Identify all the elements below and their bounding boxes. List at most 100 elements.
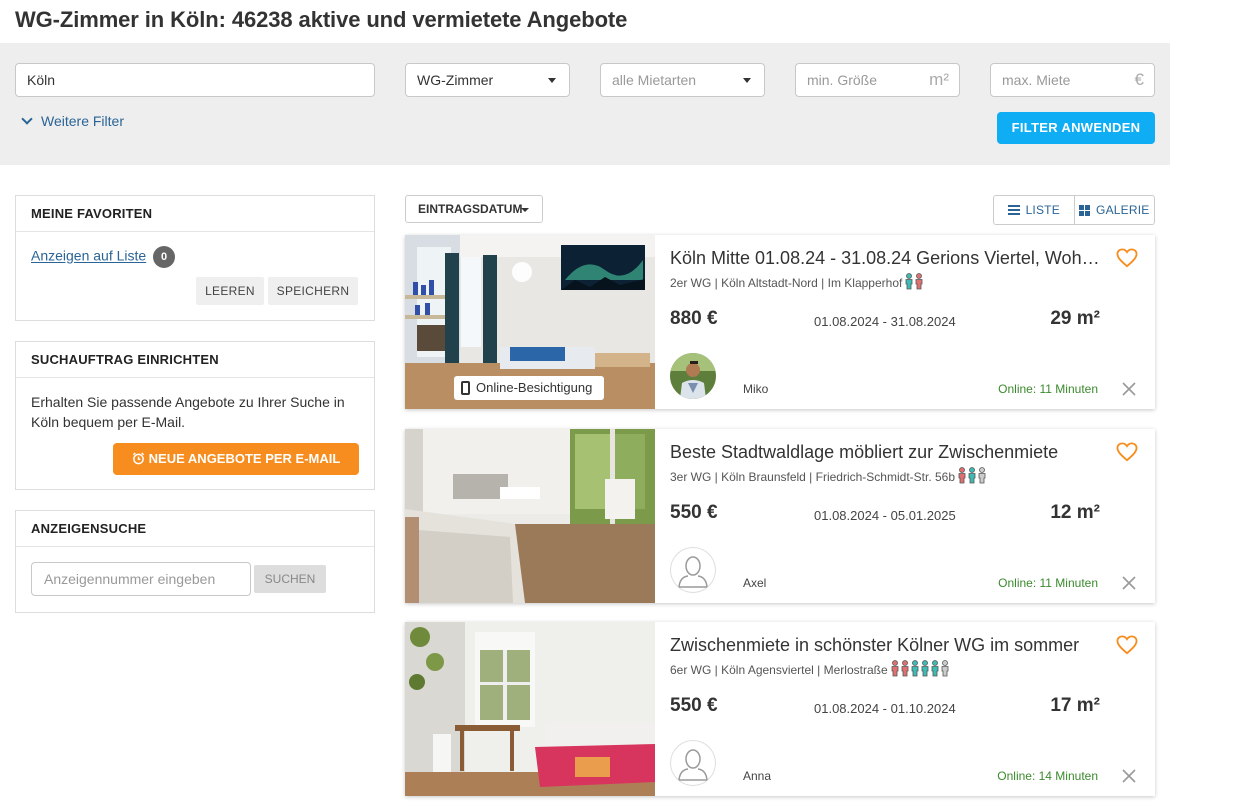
listing-card[interactable]: Online-Besichtigung Köln Mitte 01.08.24 … [405,235,1155,409]
rent-type-select-value: alle Mietarten [612,72,697,88]
favorites-panel: MEINE FAVORITEN Anzeigen auf Liste 0 LEE… [15,195,375,321]
user-name[interactable]: Miko [743,382,768,396]
favorites-count-badge: 0 [153,246,176,268]
listing-subtitle: 3er WG | Köln Braunsfeld | Friedrich-Sch… [670,467,987,487]
listing-subtitle: 6er WG | Köln Agensviertel | Merlostraße [670,660,950,680]
listing-photo[interactable]: Online-Besichtigung [405,235,655,409]
online-status: Online: 14 Minuten [997,769,1098,783]
caret-down-icon [743,78,751,83]
more-filters-label: Weitere Filter [41,113,124,129]
email-alert-button[interactable]: NEUE ANGEBOTE PER E-MAIL [113,443,359,475]
ad-number-input[interactable]: Anzeigennummer eingeben [31,562,251,596]
view-toggle: LISTE GALERIE [993,195,1155,225]
listing-card[interactable]: Zwischenmiete in schönster Kölner WG im … [405,622,1155,796]
city-input[interactable]: Köln [15,63,375,97]
person-icon [911,660,919,677]
search-order-panel: SUCHAUFTRAG EINRICHTEN Erhalten Sie pass… [15,341,375,490]
filter-bar: Köln WG-Zimmer alle Mietarten min. Größe… [0,43,1170,165]
listing-subtitle: 2er WG | Köln Altstadt-Nord | Im Klapper… [670,273,924,293]
email-alert-label: NEUE ANGEBOTE PER E-MAIL [148,451,341,466]
page: WG-Zimmer in Köln: 46238 aktive und verm… [0,0,1250,812]
sort-dropdown[interactable]: EINTRAGSDATUM [405,195,543,223]
listing-price: 550 € [670,695,718,716]
euro-unit: € [1134,70,1144,89]
occupant-icons [957,467,987,487]
alarm-clock-icon [132,452,144,465]
favorite-heart-icon[interactable] [1116,635,1138,655]
person-icon [968,467,976,484]
category-select[interactable]: WG-Zimmer [405,63,570,97]
listing-size: 29 m² [1050,308,1100,329]
user-avatar-placeholder [670,740,716,786]
favorites-body: Anzeigen auf Liste 0 [16,232,374,282]
listing-photo[interactable] [405,622,655,796]
rent-type-select[interactable]: alle Mietarten [600,63,765,97]
occupant-icons [890,660,950,680]
user-name[interactable]: Axel [743,576,766,590]
min-size-placeholder: min. Größe [807,72,878,88]
listing-card[interactable]: Beste Stadtwaldlage möbliert zur Zwische… [405,429,1155,603]
favorite-heart-icon[interactable] [1116,248,1138,268]
user-avatar [670,353,716,399]
listing-dates: 01.08.2024 - 01.10.2024 [814,701,956,716]
caret-down-icon [548,78,556,83]
person-icon [891,660,899,677]
person-icon [978,467,986,484]
sort-label: EINTRAGSDATUM [418,202,523,216]
occupant-icons [904,273,924,293]
apply-filter-button[interactable]: FILTER ANWENDEN [997,112,1155,144]
list-icon [1007,205,1020,215]
view-list-label: LISTE [1025,203,1060,217]
person-icon [921,660,929,677]
listing-title[interactable]: Zwischenmiete in schönster Kölner WG im … [670,635,1105,656]
clear-favorites-button[interactable]: LEEREN [196,277,264,305]
user-avatar-placeholder [670,547,716,593]
online-viewing-label: Online-Besichtigung [476,380,593,395]
category-select-value: WG-Zimmer [417,72,494,88]
caret-down-icon [521,208,529,212]
max-rent-placeholder: max. Miete [1002,72,1071,88]
phone-icon [461,381,470,395]
listing-price: 880 € [670,308,718,329]
view-list-button[interactable]: LISTE [994,196,1074,224]
person-icon [958,467,966,484]
ad-search-button[interactable]: SUCHEN [254,565,326,593]
save-favorites-button[interactable]: SPEICHERN [268,277,358,305]
page-title: WG-Zimmer in Köln: 46238 aktive und verm… [15,7,628,32]
listing-size: 17 m² [1050,695,1100,716]
close-icon[interactable] [1121,575,1137,591]
listing-title[interactable]: Beste Stadtwaldlage möbliert zur Zwische… [670,442,1105,463]
more-filters-toggle[interactable]: Weitere Filter [21,113,124,129]
favorites-list-link[interactable]: Anzeigen auf Liste [31,248,146,264]
listing-price: 550 € [670,502,718,523]
grid-icon [1079,204,1091,216]
listing-size: 12 m² [1050,502,1100,523]
square-meter-unit: m² [929,70,949,89]
listing-dates: 01.08.2024 - 31.08.2024 [814,314,956,329]
max-rent-input[interactable]: max. Miete € [990,63,1155,97]
person-icon [931,660,939,677]
close-icon[interactable] [1121,381,1137,397]
view-gallery-button[interactable]: GALERIE [1073,196,1155,224]
person-icon [915,273,923,290]
listing-dates: 01.08.2024 - 05.01.2025 [814,508,956,523]
chevron-down-icon [21,113,33,125]
search-order-heading: SUCHAUFTRAG EINRICHTEN [16,342,374,378]
listing-photo[interactable] [405,429,655,603]
person-icon [901,660,909,677]
favorites-heading: MEINE FAVORITEN [16,196,374,232]
person-icon [905,273,913,290]
online-status: Online: 11 Minuten [998,576,1098,590]
user-name[interactable]: Anna [743,769,771,783]
listing-title[interactable]: Köln Mitte 01.08.24 - 31.08.24 Gerions V… [670,248,1105,269]
online-viewing-badge: Online-Besichtigung [454,376,604,400]
listing-subtitle-text: 3er WG | Köln Braunsfeld | Friedrich-Sch… [670,470,956,484]
favorite-heart-icon[interactable] [1116,442,1138,462]
min-size-input[interactable]: min. Größe m² [795,63,960,97]
search-order-description: Erhalten Sie passende Angebote zu Ihrer … [31,394,345,430]
close-icon[interactable] [1121,768,1137,784]
ad-search-heading: ANZEIGENSUCHE [16,511,374,547]
person-icon [941,660,949,677]
ad-search-panel: ANZEIGENSUCHE Anzeigennummer eingeben SU… [15,510,375,613]
online-status: Online: 11 Minuten [998,382,1098,396]
